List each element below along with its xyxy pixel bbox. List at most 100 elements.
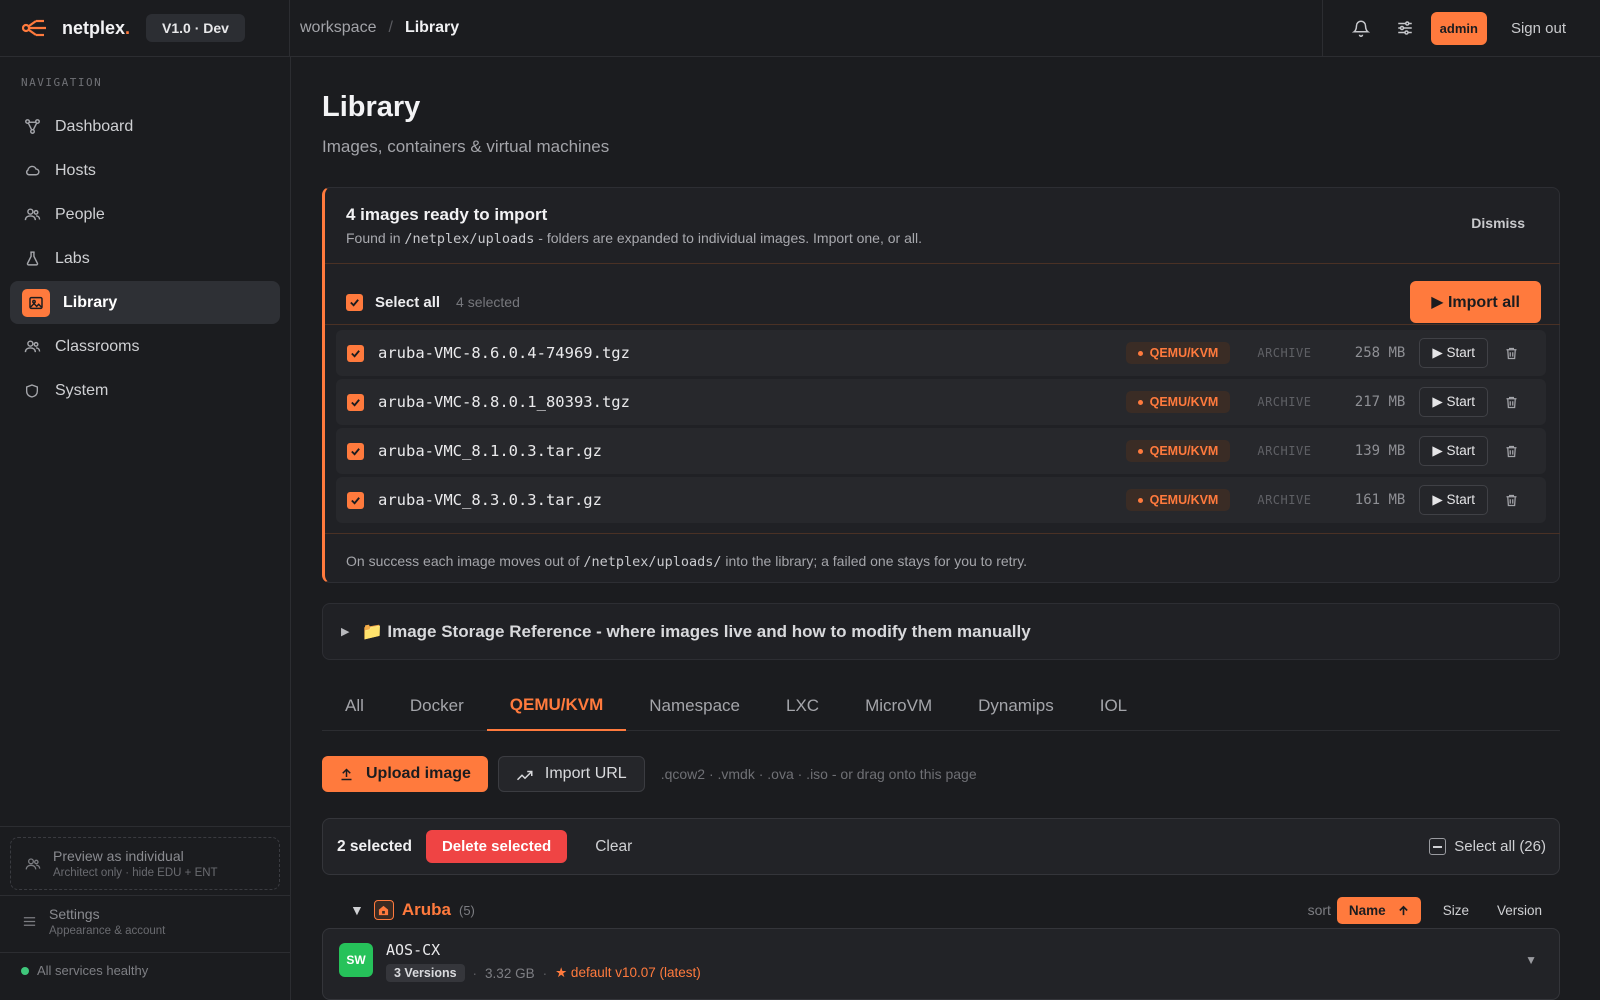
start-import-button[interactable]: ▶ Start bbox=[1419, 485, 1488, 515]
tab-qemu-kvm[interactable]: QEMU/KVM bbox=[486, 680, 627, 731]
settings-link[interactable]: Settings Appearance & account bbox=[22, 906, 165, 937]
storage-reference-toggle[interactable]: ▶ 📁 Image Storage Reference - where imag… bbox=[322, 603, 1560, 660]
health-status: All services healthy bbox=[21, 963, 148, 978]
select-all-row: Select all 4 selected ▶ Import all bbox=[346, 272, 1541, 332]
tab-all[interactable]: All bbox=[322, 680, 387, 731]
versions-badge[interactable]: 3 Versions bbox=[386, 964, 465, 982]
start-import-button[interactable]: ▶ Start bbox=[1419, 387, 1488, 417]
cloud-icon bbox=[23, 162, 41, 180]
file-size: 139 MB bbox=[1354, 443, 1406, 459]
file-name: aruba-VMC_8.3.0.3.tar.gz bbox=[378, 491, 602, 509]
delete-selected-button[interactable]: Delete selected bbox=[425, 830, 568, 863]
type-badge: QEMU/KVM bbox=[1125, 440, 1231, 462]
start-import-button[interactable]: ▶ Start bbox=[1419, 338, 1488, 368]
caret-down-icon[interactable]: ▼ bbox=[350, 902, 364, 918]
storage-reference-label: 📁 Image Storage Reference - where images… bbox=[361, 621, 1031, 641]
brand-name[interactable]: netplex bbox=[62, 18, 125, 39]
trash-icon[interactable] bbox=[1504, 444, 1519, 459]
sort-by-size-button[interactable]: Size bbox=[1437, 903, 1475, 918]
people-icon bbox=[23, 206, 41, 224]
nav-section-title: NAVIGATION bbox=[21, 76, 103, 89]
desc-suffix: - folders are expanded to individual ima… bbox=[534, 230, 922, 246]
dismiss-button[interactable]: Dismiss bbox=[1471, 215, 1525, 231]
breadcrumb-current: Library bbox=[404, 19, 460, 36]
sort-by-version-button[interactable]: Version bbox=[1491, 903, 1548, 918]
footer-prefix: On success each image moves out of bbox=[346, 553, 584, 569]
link-icon bbox=[516, 770, 533, 780]
import-file-row: aruba-VMC-8.6.0.4-74969.tgz QEMU/KVM ARC… bbox=[336, 330, 1546, 376]
import-file-row: aruba-VMC_8.3.0.3.tar.gz QEMU/KVM ARCHIV… bbox=[336, 477, 1546, 523]
breadcrumb-workspace[interactable]: workspace bbox=[300, 19, 376, 37]
tab-dynamips[interactable]: Dynamips bbox=[955, 680, 1077, 731]
image-type-badge: SW bbox=[339, 943, 373, 977]
sort-label: sort bbox=[1307, 902, 1331, 918]
tab-namespace[interactable]: Namespace bbox=[626, 680, 763, 731]
file-checkbox[interactable] bbox=[347, 491, 364, 509]
version-badge[interactable]: V1.0 · Dev bbox=[146, 14, 245, 42]
type-label: QEMU/KVM bbox=[1149, 493, 1219, 507]
sidebar-item-label: Classrooms bbox=[55, 337, 140, 355]
vendor-count: (5) bbox=[458, 902, 475, 918]
type-badge: QEMU/KVM bbox=[1125, 391, 1231, 413]
tab-docker[interactable]: Docker bbox=[387, 680, 487, 731]
role-badge[interactable]: admin bbox=[1430, 11, 1487, 45]
dot-icon bbox=[1137, 497, 1143, 503]
sidebar-item-label: System bbox=[55, 381, 109, 399]
import-panel-title: 4 images ready to import bbox=[346, 205, 548, 224]
tab-microvm[interactable]: MicroVM bbox=[842, 680, 955, 731]
image-card[interactable]: SW AOS-CX 3 Versions · 3.32 GB · ★ defau… bbox=[322, 928, 1560, 1000]
upload-image-button[interactable]: Upload image bbox=[322, 756, 488, 792]
select-all-images[interactable]: Select all (26) bbox=[1429, 838, 1546, 855]
top-actions: admin Sign out bbox=[1321, 0, 1600, 56]
image-meta: 3 Versions · 3.32 GB · ★ default v10.07 … bbox=[386, 964, 701, 982]
select-all-label[interactable]: Select all bbox=[375, 294, 440, 311]
preview-as-individual[interactable]: Preview as individual Architect only · h… bbox=[10, 837, 280, 890]
trash-icon[interactable] bbox=[1504, 395, 1519, 410]
sidebar-item-labs[interactable]: Labs bbox=[10, 237, 280, 280]
import-all-button[interactable]: ▶ Import all bbox=[1410, 281, 1541, 323]
sliders-icon[interactable] bbox=[1383, 10, 1427, 46]
sidebar-item-classrooms[interactable]: Classrooms bbox=[10, 325, 280, 368]
desc-prefix: Found in bbox=[346, 230, 405, 246]
indeterminate-checkbox[interactable] bbox=[1429, 838, 1447, 855]
clear-selection-button[interactable]: Clear bbox=[595, 838, 632, 856]
sidebar-item-dashboard[interactable]: Dashboard bbox=[10, 105, 280, 148]
upload-label: Upload image bbox=[366, 765, 471, 782]
vendor-name[interactable]: Aruba bbox=[402, 900, 451, 920]
file-checkbox[interactable] bbox=[347, 344, 364, 362]
chevron-down-icon[interactable]: ▼ bbox=[1525, 953, 1537, 967]
file-size: 161 MB bbox=[1354, 492, 1406, 508]
tab-lxc[interactable]: LXC bbox=[763, 680, 842, 731]
sidebar-item-label: Hosts bbox=[55, 161, 96, 179]
sidebar-divider bbox=[0, 952, 290, 953]
sidebar-item-people[interactable]: People bbox=[10, 193, 280, 236]
sort-by-name-button[interactable]: Name bbox=[1336, 896, 1421, 924]
type-badge: QEMU/KVM bbox=[1125, 342, 1231, 364]
graph-icon bbox=[23, 118, 41, 136]
bell-icon[interactable] bbox=[1339, 10, 1383, 46]
trash-icon[interactable] bbox=[1504, 346, 1519, 361]
import-url-button[interactable]: Import URL bbox=[497, 756, 645, 792]
select-all-checkbox[interactable] bbox=[346, 293, 363, 311]
dot-icon bbox=[1137, 350, 1143, 356]
sidebar-item-label: Labs bbox=[55, 249, 90, 267]
tab-iol[interactable]: IOL bbox=[1077, 680, 1150, 731]
selection-bar: 2 selected Delete selected Clear Select … bbox=[322, 818, 1560, 875]
vendor-group-header: ▼ Aruba (5) sort Name Size Version bbox=[322, 893, 1560, 927]
people-icon bbox=[23, 338, 41, 356]
sidebar-item-library[interactable]: Library bbox=[10, 281, 280, 324]
file-checkbox[interactable] bbox=[347, 442, 364, 460]
sidebar-item-label: Dashboard bbox=[55, 117, 134, 135]
sidebar-item-system[interactable]: System bbox=[10, 369, 280, 412]
sidebar-item-hosts[interactable]: Hosts bbox=[10, 149, 280, 192]
sign-out-link[interactable]: Sign out bbox=[1511, 20, 1566, 37]
trash-icon[interactable] bbox=[1504, 493, 1519, 508]
brand-dot: . bbox=[125, 17, 131, 38]
file-checkbox[interactable] bbox=[347, 393, 364, 411]
panel-divider bbox=[325, 263, 1560, 264]
breadcrumb-separator: / bbox=[388, 19, 393, 36]
top-bar: netplex. V1.0 · Dev workspace / Library … bbox=[0, 0, 1600, 57]
start-import-button[interactable]: ▶ Start bbox=[1419, 436, 1488, 466]
people-icon bbox=[25, 856, 41, 872]
netplex-logo-icon[interactable] bbox=[22, 18, 50, 38]
